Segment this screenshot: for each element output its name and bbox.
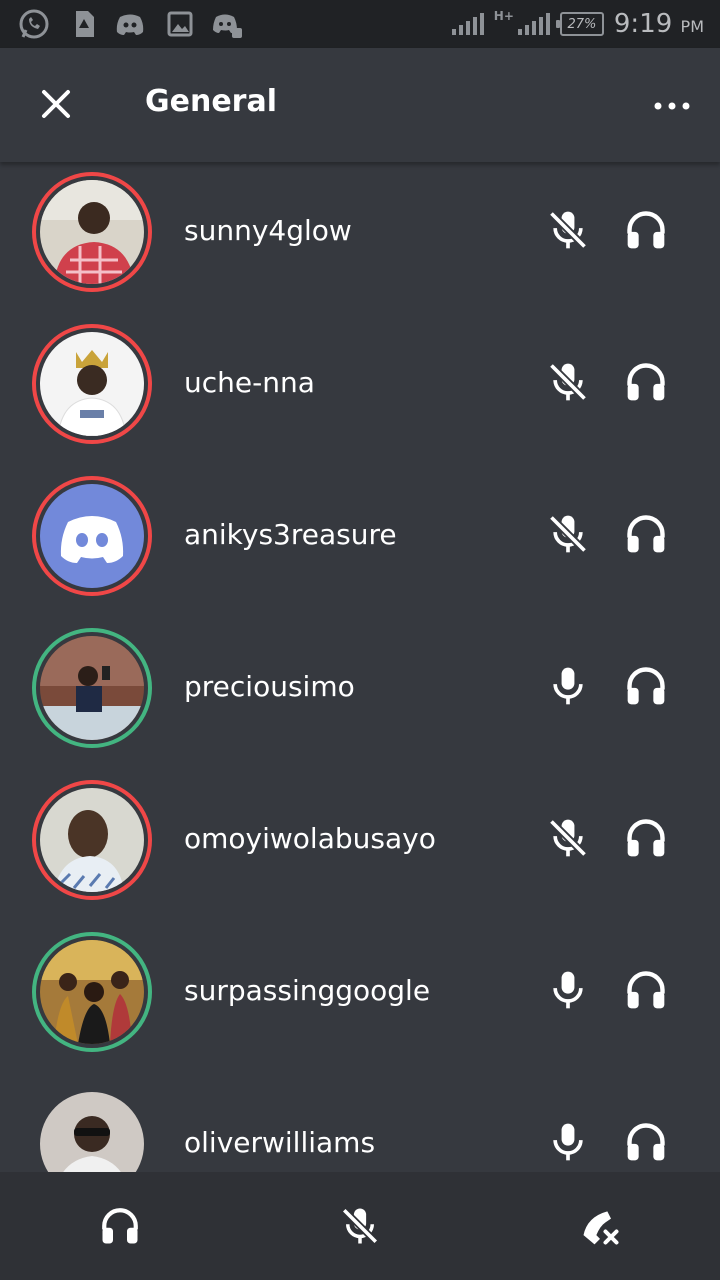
clock-ampm: PM — [680, 17, 704, 36]
hangup-icon — [583, 1211, 619, 1245]
participant-row[interactable]: sunny4glow — [0, 164, 720, 316]
avatar-ring — [32, 172, 152, 292]
headphones-icon — [627, 515, 665, 553]
avatar[interactable] — [40, 788, 144, 892]
mic-icon — [553, 667, 583, 705]
participant-mic-status — [546, 664, 590, 708]
participant-name: surpassinggoogle — [184, 974, 431, 1007]
mute-button[interactable] — [336, 1202, 384, 1250]
mic-muted-icon — [548, 514, 588, 554]
participant-row[interactable]: oliverwilliams — [0, 1076, 720, 1172]
avatar[interactable] — [40, 636, 144, 740]
headphones-icon — [627, 667, 665, 705]
participant-name: omoyiwolabusayo — [184, 822, 436, 855]
participant-mic-status — [546, 1120, 590, 1164]
avatar-ring — [32, 324, 152, 444]
participant-list[interactable]: sunny4glow uche-nna anikys3reasure preci… — [0, 162, 720, 1172]
participant-name: uche-nna — [184, 366, 315, 399]
avatar[interactable] — [40, 484, 144, 588]
discord-icon — [116, 14, 144, 35]
participant-row[interactable]: surpassinggoogle — [0, 924, 720, 1076]
headphones-icon — [627, 363, 665, 401]
participant-headphones-status — [624, 512, 672, 556]
participant-mic-status — [546, 816, 590, 860]
network-type: H+ — [493, 9, 514, 23]
clock: 9:19 PM — [614, 9, 704, 39]
participant-headphones-status — [624, 360, 672, 404]
discord-notify-icon — [213, 14, 242, 38]
channel-title: General — [145, 84, 277, 119]
avatar-ring — [32, 1084, 152, 1172]
participant-row[interactable]: omoyiwolabusayo — [0, 772, 720, 924]
mic-muted-icon — [548, 362, 588, 402]
avatar-ring — [32, 780, 152, 900]
participant-row[interactable]: anikys3reasure — [0, 468, 720, 620]
mic-muted-icon — [548, 818, 588, 858]
headphones-icon — [627, 971, 665, 1009]
avatar-ring — [32, 628, 152, 748]
close-icon — [42, 90, 70, 118]
whatsapp-icon — [19, 9, 49, 39]
headphones-icon — [627, 1123, 665, 1161]
avatar[interactable] — [40, 940, 144, 1044]
signal-icon — [451, 13, 484, 35]
more-icon — [654, 102, 690, 110]
sim-icon — [76, 11, 94, 37]
avatar-ring — [32, 932, 152, 1052]
clock-time: 9:19 — [613, 9, 673, 39]
headphones-icon — [627, 819, 665, 857]
participant-row[interactable]: preciousimo — [0, 620, 720, 772]
voice-controls-bar — [0, 1172, 720, 1280]
avatar[interactable] — [40, 1092, 144, 1172]
voice-channel-header: General — [0, 48, 720, 162]
participant-name: oliverwilliams — [184, 1126, 376, 1159]
participant-headphones-status — [624, 664, 672, 708]
battery-level: 27% — [567, 16, 597, 32]
participant-name: preciousimo — [184, 670, 355, 703]
mic-icon — [553, 1123, 583, 1161]
more-options-button[interactable] — [650, 84, 694, 128]
deafen-button[interactable] — [96, 1202, 144, 1250]
battery-indicator: 27% — [555, 12, 604, 36]
close-button[interactable] — [30, 78, 82, 130]
avatar-ring — [32, 476, 152, 596]
participant-mic-status — [546, 968, 590, 1012]
disconnect-button[interactable] — [576, 1202, 624, 1250]
status-bar: H+ 27% 9:19 PM — [0, 0, 720, 48]
participant-mic-status — [546, 208, 590, 252]
participant-headphones-status — [624, 208, 672, 252]
participant-row[interactable]: uche-nna — [0, 316, 720, 468]
participant-headphones-status — [624, 968, 672, 1012]
mic-icon — [553, 971, 583, 1009]
headphones-icon — [627, 211, 665, 249]
participant-headphones-status — [624, 816, 672, 860]
avatar[interactable] — [40, 180, 144, 284]
gallery-icon — [167, 11, 193, 37]
participant-mic-status — [546, 360, 590, 404]
signal-icon-2 — [517, 13, 550, 35]
participant-mic-status — [546, 512, 590, 556]
avatar[interactable] — [40, 332, 144, 436]
headphones-icon — [102, 1208, 138, 1244]
status-bar-right: H+ 27% 9:19 PM — [451, 6, 704, 42]
participant-name: anikys3reasure — [184, 518, 397, 551]
mic-muted-icon — [548, 210, 588, 250]
mic-muted-icon — [341, 1207, 379, 1245]
participant-headphones-status — [624, 1120, 672, 1164]
participant-name: sunny4glow — [184, 214, 352, 247]
